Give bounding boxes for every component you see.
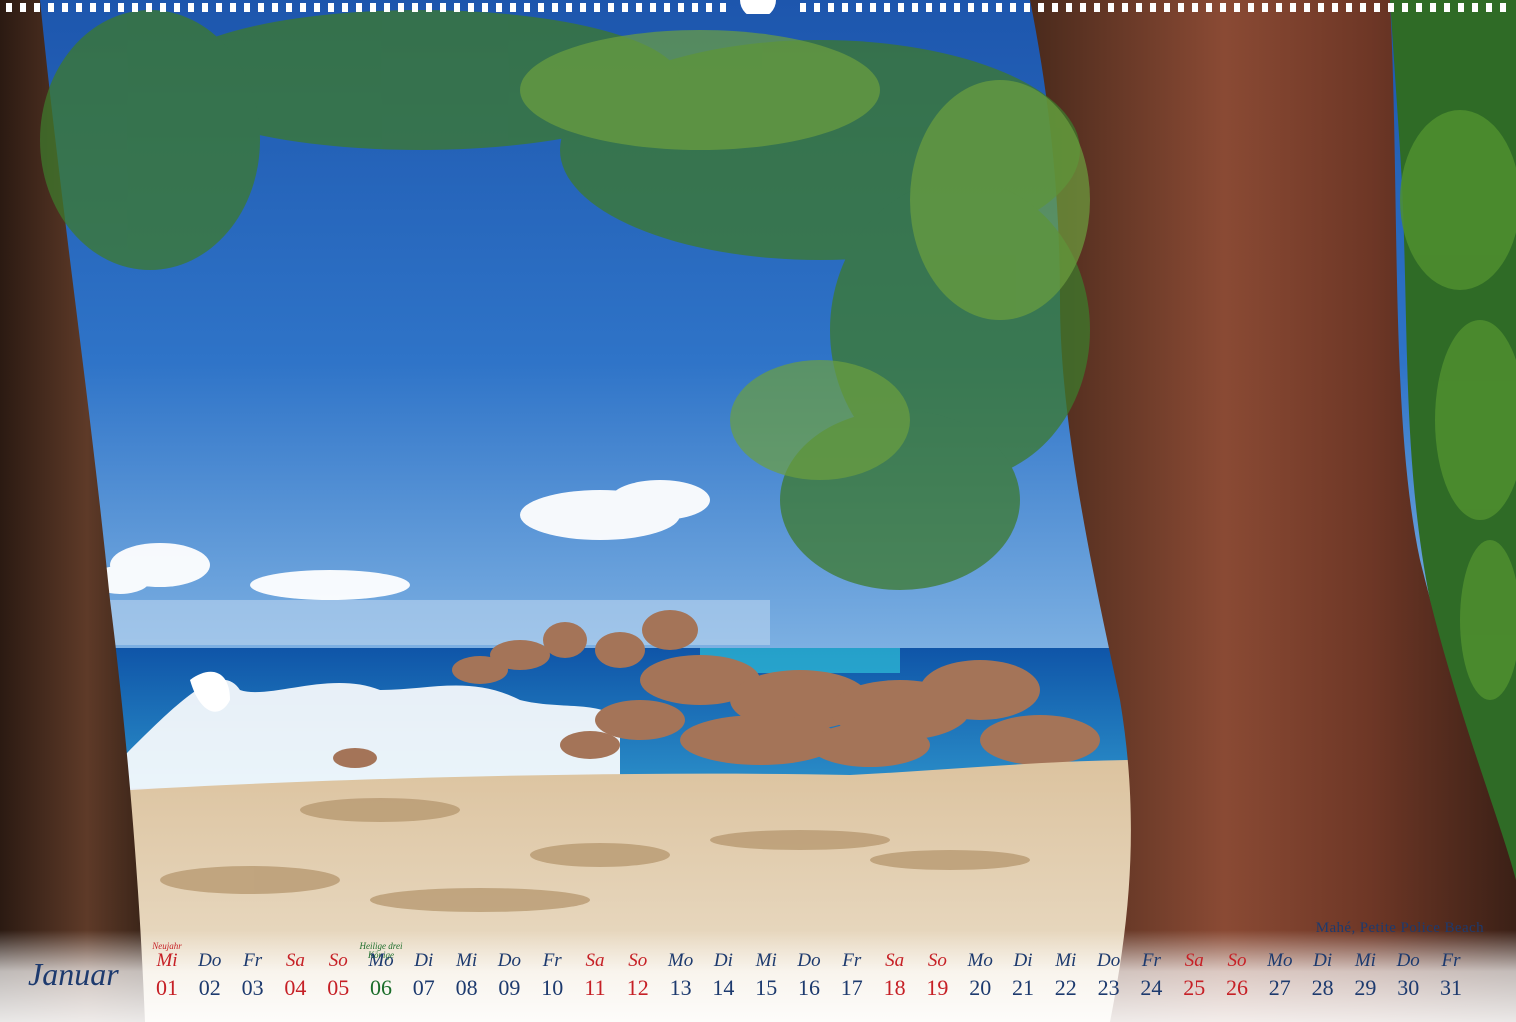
- calendar-day: Do 30: [1387, 942, 1429, 1012]
- day-number: 09: [498, 975, 521, 1000]
- weekday-label: Di: [414, 950, 434, 971]
- day-number: 26: [1226, 975, 1248, 1000]
- calendar-day: Fr 24: [1130, 942, 1172, 1012]
- day-number: 20: [969, 975, 992, 1000]
- weekday-label: Do: [797, 950, 821, 971]
- day-number: 24: [1140, 975, 1163, 1000]
- calendar-day: Do 02: [189, 942, 231, 1012]
- weekday-label: Sa: [885, 950, 905, 971]
- weekday-label: Mi: [1354, 950, 1376, 971]
- day-number: 22: [1054, 975, 1077, 1000]
- photo-caption: Mahé, Petite Police Beach: [1315, 920, 1484, 936]
- calendar-day: Mo 27: [1259, 942, 1301, 1012]
- weekday-label: Mi: [755, 950, 777, 971]
- day-number: 10: [541, 975, 564, 1000]
- weekday-label: Mo: [368, 950, 394, 971]
- weekday-label: Mo: [667, 950, 694, 971]
- day-number: 08: [455, 975, 478, 1000]
- calendar-day: Di 28: [1302, 942, 1344, 1012]
- day-number: 03: [241, 975, 264, 1000]
- weekday-label: Do: [198, 950, 222, 971]
- calendar-day: Sa 11: [574, 942, 616, 1012]
- weekday-label: Mi: [456, 950, 478, 971]
- weekday-label: Mi: [156, 950, 178, 971]
- weekday-label: So: [628, 950, 648, 971]
- day-number: 04: [284, 975, 307, 1000]
- day-number: 13: [669, 975, 692, 1000]
- day-number: 31: [1440, 975, 1462, 1000]
- day-number: 30: [1397, 975, 1420, 1000]
- calendar-day: Neujahr Mi 01: [146, 942, 188, 1012]
- calendar-day: Mi 22: [1045, 942, 1087, 1012]
- day-number: 17: [840, 975, 863, 1000]
- weekday-label: So: [1227, 950, 1247, 971]
- weekday-label: Do: [1096, 950, 1121, 971]
- weekday-label: Fr: [243, 950, 263, 971]
- calendar-spiral-binding: [6, 0, 1506, 14]
- weekday-label: Mi: [1055, 950, 1077, 971]
- weekday-label: Fr: [542, 950, 562, 971]
- day-number: 11: [584, 975, 606, 1000]
- day-number: 14: [712, 975, 735, 1000]
- weekday-label: So: [927, 950, 947, 971]
- weekday-label: Do: [497, 950, 521, 971]
- calendar-day: Do 16: [788, 942, 830, 1012]
- weekday-label: Sa: [285, 950, 305, 971]
- day-number: 29: [1354, 975, 1377, 1000]
- weekday-label: So: [328, 950, 348, 971]
- weekday-label: Fr: [1141, 950, 1161, 971]
- day-number: 16: [798, 975, 820, 1000]
- calendar-day: Fr 31: [1430, 942, 1472, 1012]
- day-number: 25: [1183, 975, 1206, 1000]
- calendar-day: Fr 03: [232, 942, 274, 1012]
- calendar-day: Heilige drei Könige Mo 06: [360, 942, 403, 1012]
- calendar-day: Fr 10: [531, 942, 573, 1012]
- day-number: 21: [1012, 975, 1034, 1000]
- calendar-day: Do 23: [1088, 942, 1130, 1012]
- calendar-day: Mi 08: [446, 942, 488, 1012]
- calendar-day: Di 07: [403, 942, 445, 1012]
- day-number: 18: [883, 975, 906, 1000]
- day-number: 23: [1097, 975, 1120, 1000]
- day-number: 01: [156, 975, 178, 1000]
- calendar-day: Mo 20: [959, 942, 1001, 1012]
- calendar-day: Di 21: [1002, 942, 1044, 1012]
- calendar-day: Di 14: [702, 942, 744, 1012]
- day-number: 06: [370, 975, 392, 1000]
- weekday-label: Di: [1313, 950, 1333, 971]
- day-number: 07: [412, 975, 435, 1000]
- day-number: 05: [327, 975, 350, 1000]
- day-number: 12: [626, 975, 649, 1000]
- weekday-label: Do: [1396, 950, 1420, 971]
- day-number: 15: [755, 975, 778, 1000]
- calendar-day-strip: Neujahr Mi 01 Do 02 Fr 03 Sa 04 So 05 Heilige drei …: [146, 942, 1486, 1012]
- calendar-day: Mi 15: [745, 942, 787, 1012]
- weekday-label: Di: [1013, 950, 1033, 971]
- day-number: 19: [926, 975, 949, 1000]
- weekday-label: Mo: [967, 950, 993, 971]
- beach-photo: [0, 0, 1516, 1022]
- weekday-label: Fr: [842, 950, 862, 971]
- day-number: 27: [1268, 975, 1291, 1000]
- day-number: 28: [1311, 975, 1334, 1000]
- calendar-day: So 05: [317, 942, 359, 1012]
- calendar-day: Mo 13: [660, 942, 702, 1012]
- calendar-day: Sa 04: [274, 942, 316, 1012]
- calendar-day: So 26: [1216, 942, 1258, 1012]
- weekday-label: Sa: [585, 950, 605, 971]
- calendar-day: Mi 29: [1344, 942, 1386, 1012]
- weekday-label: Fr: [1441, 950, 1461, 971]
- calendar-day: Fr 17: [831, 942, 873, 1012]
- weekday-label: Mo: [1267, 950, 1293, 971]
- weekday-label: Di: [713, 950, 733, 971]
- calendar-day: So 19: [916, 942, 958, 1012]
- month-label: Januar: [28, 956, 119, 992]
- day-number: 02: [198, 975, 221, 1000]
- calendar-day: Sa 18: [874, 942, 916, 1012]
- calendar-day: Sa 25: [1173, 942, 1215, 1012]
- calendar-day: So 12: [617, 942, 659, 1012]
- weekday-label: Sa: [1184, 950, 1204, 971]
- calendar-day: Do 09: [488, 942, 530, 1012]
